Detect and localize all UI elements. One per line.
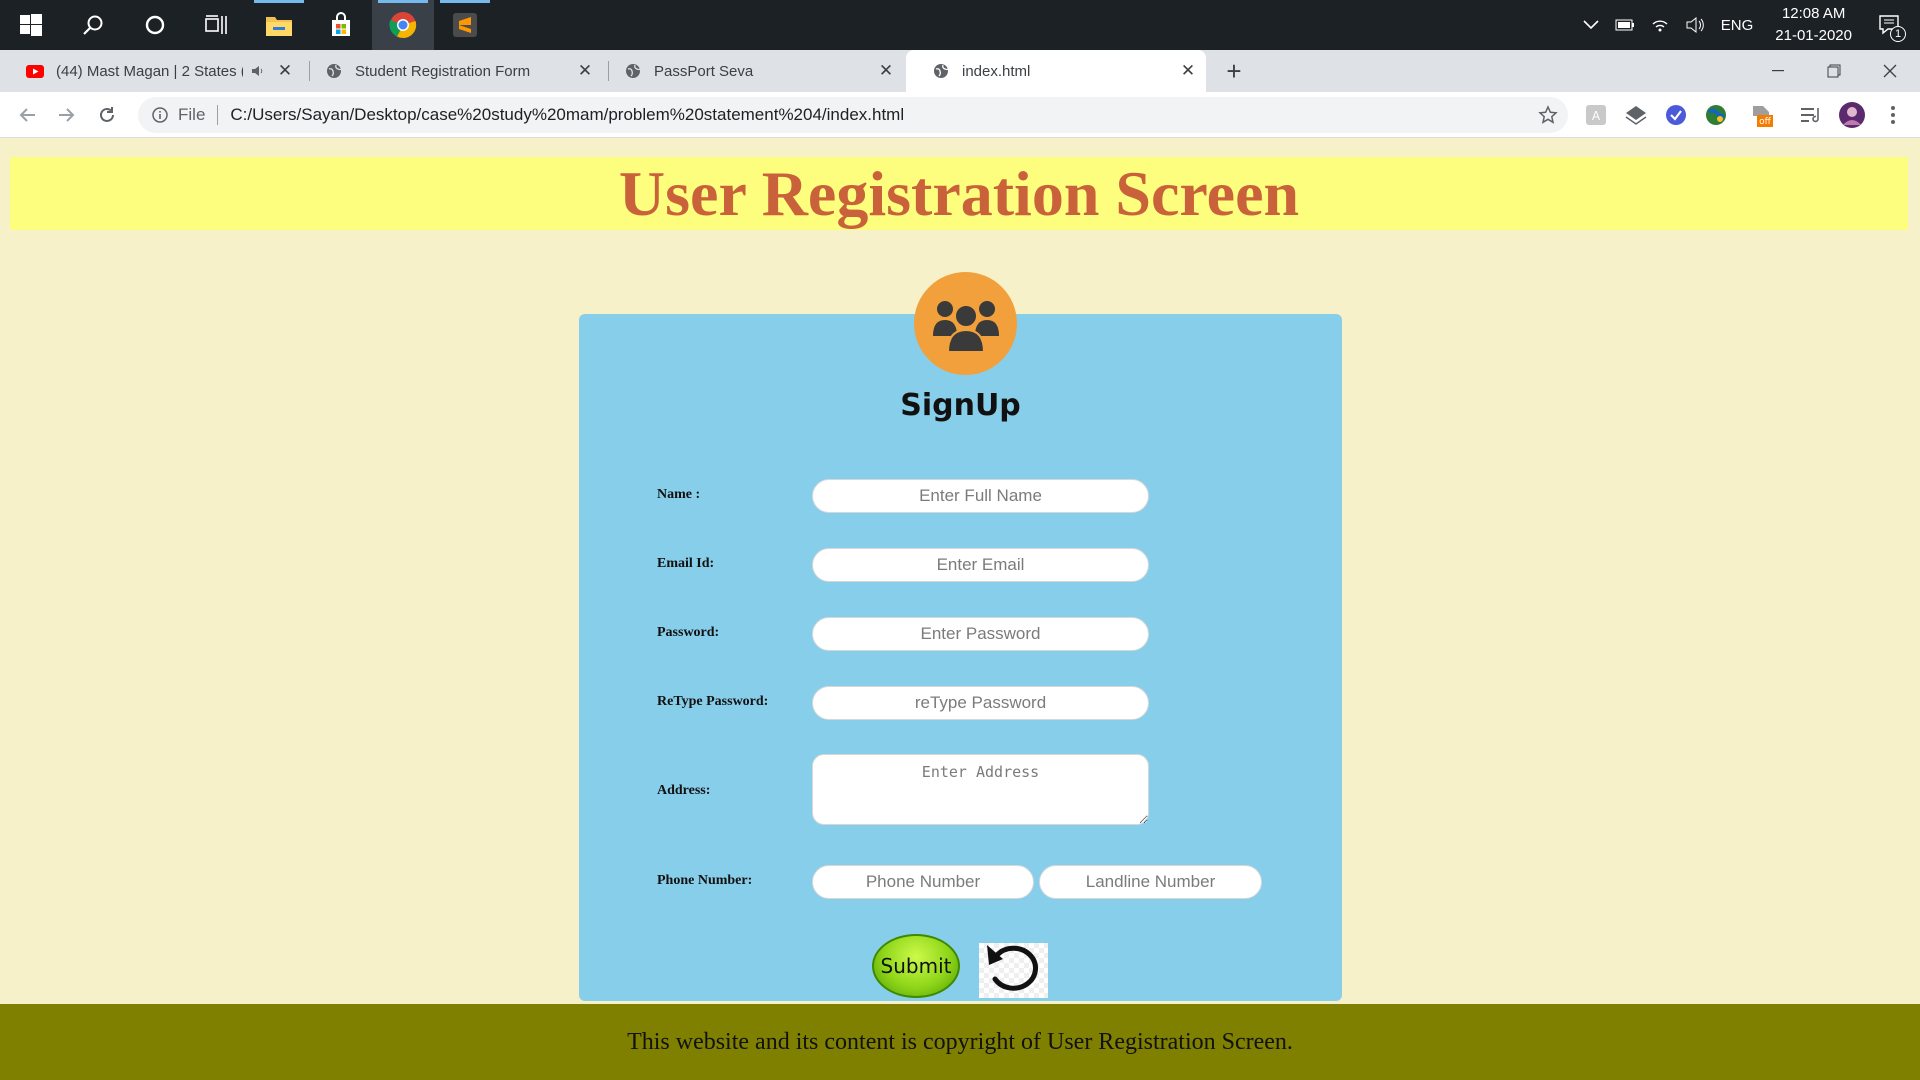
system-tray: ENG 12:08 AM 21-01-2020 1 — [1575, 0, 1920, 50]
minimize-icon[interactable] — [1750, 50, 1806, 92]
globe-icon — [932, 62, 950, 80]
microsoft-store-icon[interactable] — [310, 0, 372, 50]
password-input[interactable] — [812, 617, 1149, 651]
extension-layers-icon[interactable] — [1623, 102, 1649, 128]
browser-toolbar: File C:/Users/Sayan/Desktop/case%20study… — [0, 92, 1920, 138]
youtube-icon — [26, 62, 44, 80]
globe-icon — [624, 62, 642, 80]
clock-date: 21-01-2020 — [1775, 27, 1852, 44]
notification-center-icon[interactable]: 1 — [1878, 14, 1906, 42]
speaker-muted-icon[interactable] — [251, 65, 265, 77]
tab-close-icon[interactable]: ✕ — [1178, 61, 1198, 81]
file-explorer-icon[interactable] — [248, 0, 310, 50]
notification-count-badge: 1 — [1890, 26, 1906, 42]
browser-tab-strip: (44) Mast Magan | 2 States (2 ✕ Student … — [0, 50, 1920, 92]
task-view-icon[interactable] — [186, 0, 248, 50]
search-icon[interactable] — [62, 0, 124, 50]
tab-passport-seva[interactable]: PassPort Seva ✕ — [598, 50, 904, 92]
forward-icon[interactable] — [49, 92, 85, 138]
submit-button[interactable]: Submit — [872, 934, 960, 998]
tab-close-icon[interactable]: ✕ — [275, 61, 295, 81]
extension-off-icon[interactable]: off — [1748, 102, 1774, 128]
extension-globe-icon[interactable] — [1703, 102, 1729, 128]
tab-youtube[interactable]: (44) Mast Magan | 2 States (2 ✕ — [0, 50, 303, 92]
clock-time: 12:08 AM — [1781, 5, 1846, 22]
site-info-icon[interactable] — [150, 105, 170, 125]
wifi-icon[interactable] — [1651, 17, 1669, 33]
reload-icon[interactable] — [89, 92, 125, 138]
password-label: Password: — [657, 625, 720, 640]
windows-start-icon[interactable] — [0, 0, 62, 50]
extension-translate-icon[interactable]: A — [1583, 102, 1609, 128]
phone-number-input[interactable] — [812, 865, 1034, 899]
windows-taskbar: ENG 12:08 AM 21-01-2020 1 — [0, 0, 1920, 50]
footer-copyright-text: This website and its content is copyrigh… — [627, 1028, 1293, 1055]
restore-icon[interactable] — [1806, 50, 1862, 92]
page-footer: This website and its content is copyrigh… — [0, 1004, 1920, 1080]
svg-text:off: off — [1759, 117, 1772, 127]
url-text[interactable]: C:/Users/Sayan/Desktop/case%20study%20ma… — [230, 105, 904, 125]
close-window-icon[interactable] — [1862, 50, 1918, 92]
back-icon[interactable] — [9, 92, 45, 138]
media-control-icon[interactable] — [1798, 102, 1824, 128]
clock[interactable]: 12:08 AM 21-01-2020 — [1775, 3, 1852, 47]
tab-index-html[interactable]: index.html ✕ — [906, 50, 1206, 92]
address-label: Address: — [657, 783, 711, 798]
globe-icon — [325, 62, 343, 80]
chevron-up-icon[interactable] — [1583, 20, 1599, 30]
chrome-icon[interactable] — [372, 0, 434, 50]
profile-avatar[interactable] — [1838, 101, 1866, 129]
svg-text:A: A — [1592, 109, 1601, 123]
signup-heading: SignUp — [900, 388, 1021, 423]
users-group-icon — [914, 272, 1017, 375]
email-input[interactable] — [812, 548, 1149, 582]
page-header-band: User Registration Screen — [10, 157, 1908, 230]
menu-kebab-icon[interactable] — [1880, 102, 1906, 128]
tab-title: PassPort Seva — [654, 62, 754, 80]
tab-close-icon[interactable]: ✕ — [876, 61, 896, 81]
page-title: User Registration Screen — [618, 157, 1300, 229]
tab-title: index.html — [962, 62, 1031, 80]
bookmark-star-icon[interactable] — [1538, 105, 1558, 125]
new-tab-button[interactable]: + — [1218, 50, 1250, 92]
email-label: Email Id: — [657, 556, 715, 571]
retype-password-input[interactable] — [812, 686, 1149, 720]
volume-icon[interactable] — [1685, 17, 1705, 33]
landline-number-input[interactable] — [1039, 865, 1262, 899]
cortana-icon[interactable] — [124, 0, 186, 50]
name-input[interactable] — [812, 479, 1149, 513]
submit-button-label: Submit — [880, 954, 952, 978]
url-scheme: File — [178, 105, 206, 124]
battery-icon[interactable] — [1615, 19, 1635, 31]
name-label: Name : — [657, 487, 701, 502]
sublime-text-icon[interactable] — [434, 0, 496, 50]
address-textarea[interactable] — [812, 754, 1149, 825]
phone-number-label: Phone Number: — [657, 873, 753, 888]
tab-title: (44) Mast Magan | 2 States (2 — [56, 62, 243, 80]
address-bar[interactable]: File C:/Users/Sayan/Desktop/case%20study… — [138, 97, 1568, 133]
tab-title: Student Registration Form — [355, 62, 531, 80]
reset-button[interactable] — [979, 943, 1048, 998]
extension-check-icon[interactable] — [1663, 102, 1689, 128]
divider — [217, 105, 219, 125]
tab-close-icon[interactable]: ✕ — [575, 61, 595, 81]
tab-student-registration[interactable]: Student Registration Form ✕ — [299, 50, 603, 92]
retype-password-label: ReType Password: — [657, 694, 769, 709]
language-indicator[interactable]: ENG — [1721, 17, 1754, 34]
undo-arrow-icon — [983, 941, 1045, 1000]
